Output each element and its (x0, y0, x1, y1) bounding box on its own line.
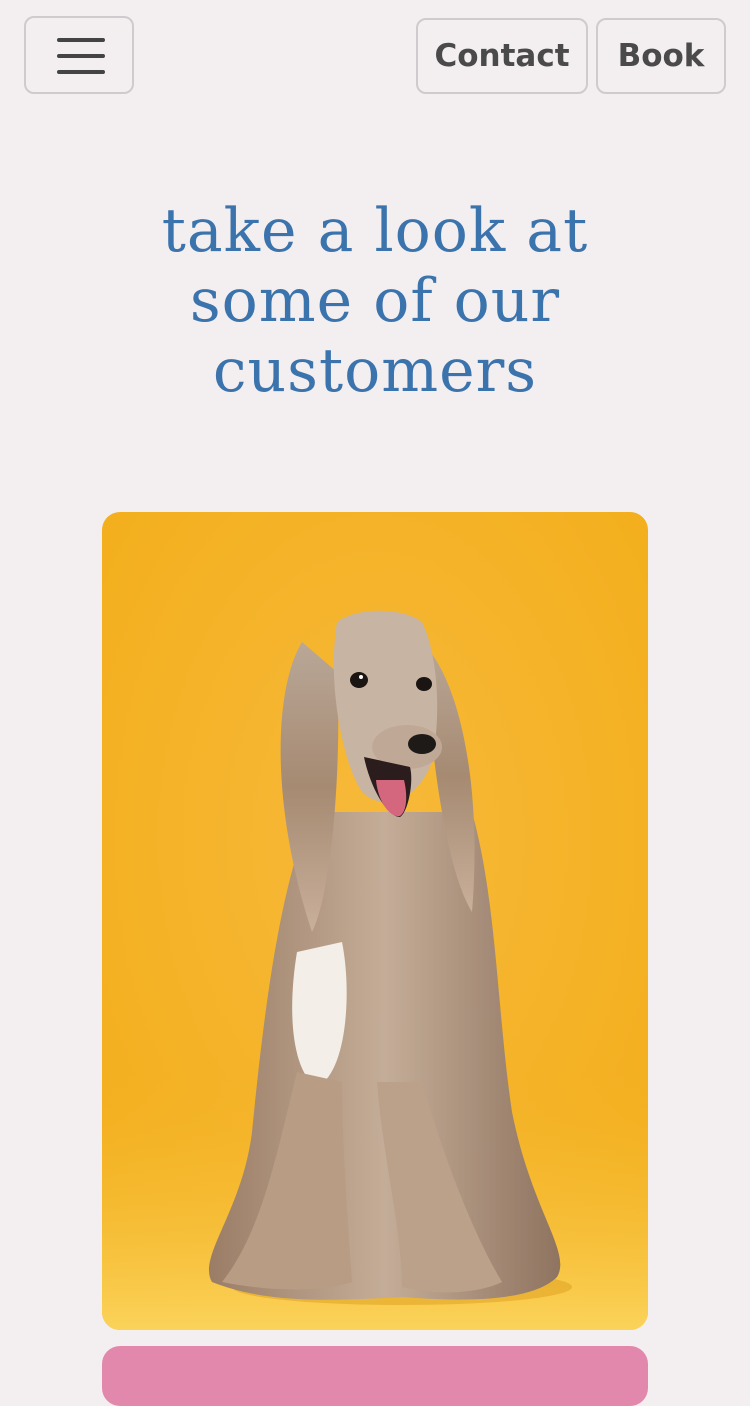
headline-line-1: take a look at (161, 196, 589, 266)
dog-image (102, 512, 648, 1330)
hamburger-menu-icon-line-2 (57, 54, 105, 58)
customer-photo-dog (102, 512, 648, 1330)
menu-button[interactable] (24, 16, 134, 94)
headline-line-2: some of our (189, 266, 561, 336)
hamburger-menu-icon-line-1 (57, 38, 105, 42)
book-button[interactable]: Book (596, 18, 726, 94)
hamburger-menu-icon-line-3 (57, 70, 105, 74)
customer-photo-next (102, 1346, 648, 1406)
section-headline: take a look at some of our customers (0, 196, 750, 406)
contact-button[interactable]: Contact (416, 18, 588, 94)
headline-line-3: customers (212, 336, 538, 406)
